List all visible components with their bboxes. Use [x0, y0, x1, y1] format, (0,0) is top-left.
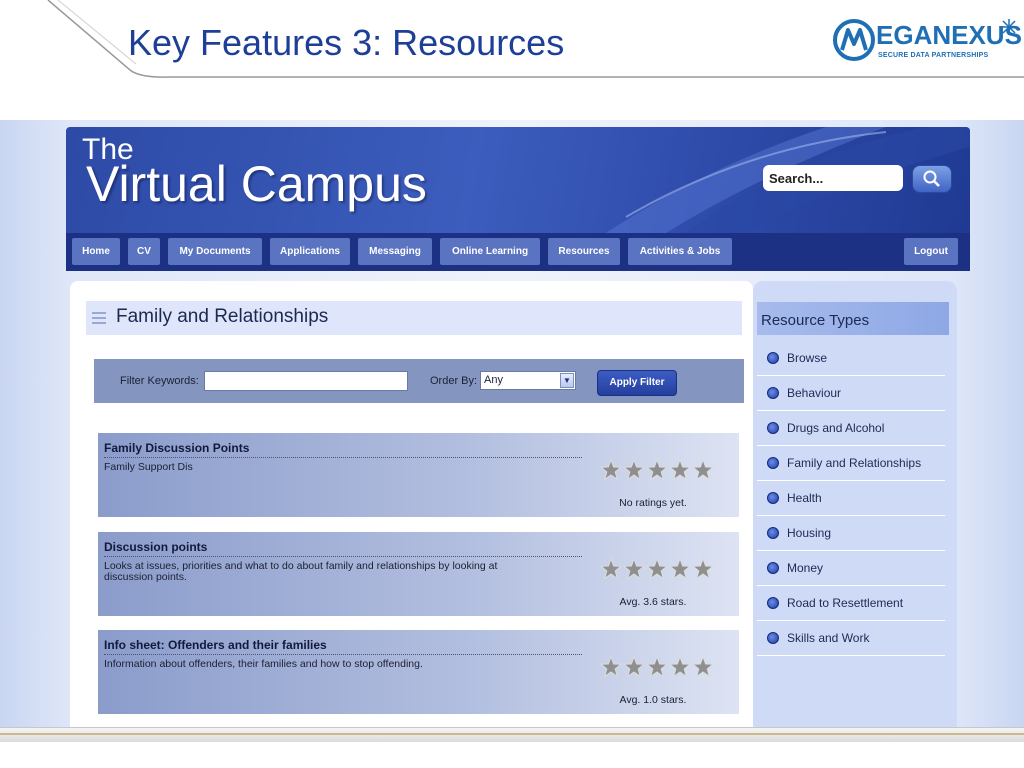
resource-description: Family Support Dis: [104, 461, 193, 473]
search-icon: [923, 170, 940, 187]
star-icon[interactable]: [600, 656, 622, 678]
logo-tagline: SECURE DATA PARTNERSHIPS: [878, 52, 989, 59]
star-icon[interactable]: [669, 656, 691, 678]
meganexus-logo: EGANEXUS SECURE DATA PARTNERSHIPS: [832, 18, 1022, 68]
star-icon[interactable]: [646, 656, 668, 678]
star-icon[interactable]: [600, 558, 622, 580]
order-by-label: Order By:: [430, 375, 478, 387]
main-content: Family and Relationships Filter Keywords…: [70, 281, 753, 727]
site-screenshot: The Virtual Campus Home CV My Documents …: [0, 120, 1024, 727]
star-icon[interactable]: [600, 459, 622, 481]
sidebar-item-housing[interactable]: Housing: [757, 516, 945, 551]
site-banner: The Virtual Campus: [66, 127, 970, 233]
resource-description: Looks at issues, priorities and what to …: [104, 560, 498, 583]
sidebar-item-drugs-and-alcohol[interactable]: Drugs and Alcohol: [757, 411, 945, 446]
logo-m-icon: [833, 19, 875, 61]
resource-card: Info sheet: Offenders and their families…: [98, 630, 739, 714]
nav-activities-jobs[interactable]: Activities & Jobs: [628, 238, 732, 265]
bullet-icon: [767, 527, 779, 539]
resource-card: Family Discussion Points Family Support …: [98, 433, 739, 517]
star-icon[interactable]: [623, 656, 645, 678]
section-title: Family and Relationships: [116, 306, 329, 327]
resource-title[interactable]: Family Discussion Points: [104, 441, 249, 455]
resource-title[interactable]: Info sheet: Offenders and their families: [104, 638, 327, 652]
nav-messaging[interactable]: Messaging: [358, 238, 432, 265]
sidebar-item-label: Road to Resettlement: [787, 596, 904, 610]
order-by-select[interactable]: Any ▼: [480, 371, 576, 390]
rating-text: Avg. 1.0 stars.: [619, 694, 687, 706]
bullet-icon: [767, 632, 779, 644]
rating-stars[interactable]: [600, 656, 720, 678]
sidebar-item-family-and-relationships[interactable]: Family and Relationships: [757, 446, 945, 481]
filter-keywords-label: Filter Keywords:: [120, 375, 199, 387]
bullet-icon: [767, 492, 779, 504]
divider: [104, 654, 582, 655]
rating-stars[interactable]: [600, 459, 720, 481]
filter-keywords-input[interactable]: [204, 371, 408, 391]
divider: [104, 556, 582, 557]
sidebar-item-health[interactable]: Health: [757, 481, 945, 516]
list-icon: [92, 312, 106, 324]
sidebar-item-label: Skills and Work: [787, 631, 870, 645]
rating-text: Avg. 3.6 stars.: [619, 596, 687, 608]
resource-title[interactable]: Discussion points: [104, 540, 207, 554]
star-icon[interactable]: [623, 558, 645, 580]
rating-stars[interactable]: [600, 558, 720, 580]
logo-spark-icon: [1001, 19, 1017, 35]
sidebar-item-label: Drugs and Alcohol: [787, 421, 885, 435]
star-icon[interactable]: [646, 459, 668, 481]
star-icon[interactable]: [669, 459, 691, 481]
star-icon[interactable]: [646, 558, 668, 580]
sidebar-item-road-to-resettlement[interactable]: Road to Resettlement: [757, 586, 945, 621]
divider: [104, 457, 582, 458]
sidebar-item-label: Behaviour: [787, 386, 842, 400]
sidebar-item-label: Money: [787, 561, 824, 575]
resource-types-sidebar: Resource Types Browse Behaviour Drugs an…: [753, 281, 957, 727]
main-nav: Home CV My Documents Applications Messag…: [66, 233, 970, 271]
bullet-icon: [767, 597, 779, 609]
sidebar-item-label: Housing: [787, 526, 832, 540]
chevron-down-icon[interactable]: ▼: [560, 373, 574, 388]
order-by-value: Any: [484, 374, 503, 386]
filter-bar: Filter Keywords: Order By: Any ▼ Apply F…: [94, 359, 744, 403]
sidebar-item-browse[interactable]: Browse: [757, 341, 945, 376]
nav-logout[interactable]: Logout: [904, 238, 958, 265]
star-icon[interactable]: [692, 558, 714, 580]
sidebar-item-money[interactable]: Money: [757, 551, 945, 586]
star-icon[interactable]: [623, 459, 645, 481]
nav-applications[interactable]: Applications: [270, 238, 350, 265]
sidebar-item-label: Health: [787, 491, 822, 505]
resource-description: Information about offenders, their famil…: [104, 658, 423, 670]
sidebar-title: Resource Types: [761, 312, 870, 329]
bullet-icon: [767, 457, 779, 469]
nav-online-learning[interactable]: Online Learning: [440, 238, 540, 265]
apply-filter-button[interactable]: Apply Filter: [597, 370, 677, 396]
virtual-campus-site: The Virtual Campus Home CV My Documents …: [66, 127, 970, 727]
nav-cv[interactable]: CV: [128, 238, 160, 265]
sidebar-item-skills-and-work[interactable]: Skills and Work: [757, 621, 945, 656]
bullet-icon: [767, 422, 779, 434]
rating-text: No ratings yet.: [619, 497, 687, 509]
star-icon[interactable]: [692, 656, 714, 678]
bullet-icon: [767, 352, 779, 364]
star-icon[interactable]: [669, 558, 691, 580]
sidebar-item-behaviour[interactable]: Behaviour: [757, 376, 945, 411]
nav-home[interactable]: Home: [72, 238, 120, 265]
slide-title: Key Features 3: Resources: [128, 22, 565, 63]
sidebar-item-label: Browse: [787, 351, 828, 365]
nav-my-documents[interactable]: My Documents: [168, 238, 262, 265]
bullet-icon: [767, 387, 779, 399]
search-button[interactable]: [912, 165, 952, 193]
bullet-icon: [767, 562, 779, 574]
resource-card: Discussion points Looks at issues, prior…: [98, 532, 739, 616]
search-input[interactable]: [763, 165, 903, 191]
star-icon[interactable]: [692, 459, 714, 481]
divider: [0, 733, 1024, 735]
site-brand-name: Virtual Campus: [86, 156, 427, 212]
nav-resources[interactable]: Resources: [548, 238, 620, 265]
sidebar-item-label: Family and Relationships: [787, 456, 922, 470]
